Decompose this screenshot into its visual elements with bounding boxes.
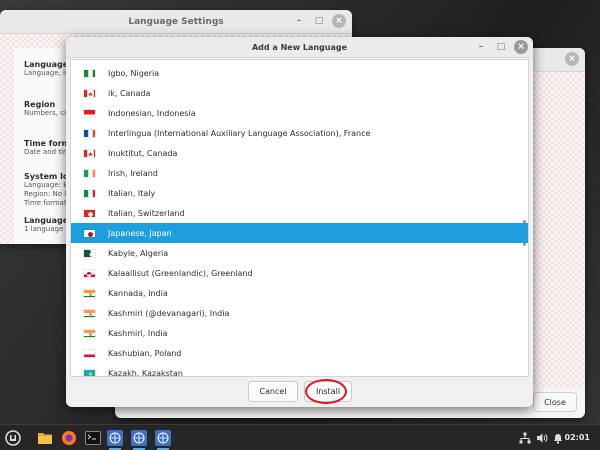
window-title: Language Settings xyxy=(128,16,224,27)
dialog-titlebar[interactable]: Add a New Language – □ × xyxy=(66,37,533,58)
flag-kz-icon xyxy=(83,368,96,376)
minimize-icon[interactable]: – xyxy=(292,14,306,28)
language-icon[interactable] xyxy=(154,429,172,450)
language-label: Kashmiri (@devanagari), India xyxy=(108,308,230,318)
language-label: Indonesian, Indonesia xyxy=(108,108,196,118)
flag-id-icon xyxy=(83,108,96,118)
cancel-button[interactable]: Cancel xyxy=(248,381,298,402)
language-icon[interactable] xyxy=(106,429,124,450)
flag-ng-icon xyxy=(83,68,96,78)
language-label: Irish, Ireland xyxy=(108,168,158,178)
language-label: Inuktitut, Canada xyxy=(108,148,178,158)
flag-in-icon xyxy=(83,328,96,338)
close-button[interactable]: Close xyxy=(533,392,577,412)
minimize-icon[interactable]: – xyxy=(474,40,488,54)
flag-ca-icon xyxy=(83,148,96,158)
add-language-dialog: Add a New Language – □ × Igbo, Nigeria ik… xyxy=(66,37,533,407)
terminal-icon[interactable] xyxy=(84,429,102,447)
language-row[interactable]: Irish, Ireland xyxy=(71,163,528,183)
language-row[interactable]: ik, Canada xyxy=(71,83,528,103)
language-row[interactable]: Kabyle, Algeria xyxy=(71,243,528,263)
language-label: Japanese, Japan xyxy=(108,228,172,238)
language-label: Italian, Switzerland xyxy=(108,208,185,218)
files-icon[interactable] xyxy=(36,429,54,447)
language-row[interactable]: Italian, Italy xyxy=(71,183,528,203)
language-row[interactable]: Kashmiri (@devanagari), India xyxy=(71,303,528,323)
language-row[interactable]: Kazakh, Kazakstan xyxy=(71,363,528,377)
language-label: Kazakh, Kazakstan xyxy=(108,368,183,377)
language-icon[interactable] xyxy=(130,429,148,450)
dialog-title: Add a New Language xyxy=(251,42,348,52)
flag-in-icon xyxy=(83,288,96,298)
flag-it-icon xyxy=(83,188,96,198)
language-row[interactable]: Inuktitut, Canada xyxy=(71,143,528,163)
close-icon[interactable]: × xyxy=(514,40,528,54)
flag-ie-icon xyxy=(83,168,96,178)
language-row[interactable]: Kashubian, Poland xyxy=(71,343,528,363)
maximize-icon[interactable]: □ xyxy=(494,40,508,54)
taskbar: 02:01 xyxy=(0,424,600,450)
language-label: Kashmiri, India xyxy=(108,328,168,338)
flag-jp-icon xyxy=(83,228,96,238)
language-row[interactable]: Indonesian, Indonesia xyxy=(71,103,528,123)
language-row[interactable]: Italian, Switzerland xyxy=(71,203,528,223)
language-row[interactable]: Igbo, Nigeria xyxy=(71,63,528,83)
language-row[interactable]: Kashmiri, India xyxy=(71,323,528,343)
flag-ch-icon xyxy=(83,208,96,218)
flag-in-icon xyxy=(83,308,96,318)
close-icon[interactable]: × xyxy=(332,14,346,28)
flag-dz-icon xyxy=(83,248,96,258)
language-label: Kashubian, Poland xyxy=(108,348,182,358)
install-button[interactable]: Install xyxy=(304,381,352,402)
secondary-pane xyxy=(533,72,585,388)
language-settings-titlebar[interactable]: Language Settings – □ × xyxy=(0,10,352,34)
network-icon[interactable] xyxy=(519,432,531,444)
language-label: Interlingua (International Auxiliary Lan… xyxy=(108,128,371,138)
language-list[interactable]: Igbo, Nigeria ik, Canada Indonesian, Indon… xyxy=(70,59,529,377)
language-label: Kalaallisut (Greenlandic), Greenland xyxy=(108,268,253,278)
language-row[interactable]: Kalaallisut (Greenlandic), Greenland xyxy=(71,263,528,283)
flag-gl-icon xyxy=(83,268,96,278)
volume-icon[interactable] xyxy=(536,432,548,444)
notifications-icon[interactable] xyxy=(552,432,564,444)
language-label: Kannada, India xyxy=(108,288,168,298)
firefox-icon[interactable] xyxy=(60,429,78,447)
flag-ca-icon xyxy=(83,88,96,98)
flag-fr-icon xyxy=(83,128,96,138)
maximize-icon[interactable]: □ xyxy=(312,14,326,28)
language-label: ik, Canada xyxy=(108,88,151,98)
language-label: Kabyle, Algeria xyxy=(108,248,169,258)
language-row-selected[interactable]: Japanese, Japan xyxy=(71,223,528,243)
flag-pl-icon xyxy=(83,348,96,358)
language-row[interactable]: Interlingua (International Auxiliary Lan… xyxy=(71,123,528,143)
close-icon[interactable]: × xyxy=(565,52,579,66)
clock[interactable]: 02:01 xyxy=(565,433,590,442)
menu-icon[interactable] xyxy=(4,429,22,447)
language-label: Italian, Italy xyxy=(108,188,156,198)
language-row[interactable]: Kannada, India xyxy=(71,283,528,303)
language-label: Igbo, Nigeria xyxy=(108,68,160,78)
